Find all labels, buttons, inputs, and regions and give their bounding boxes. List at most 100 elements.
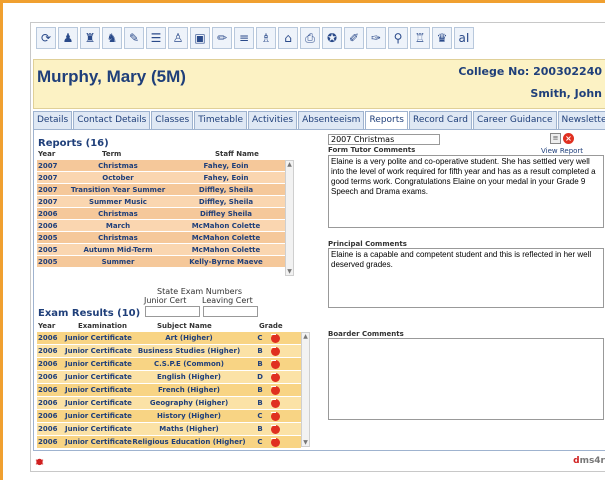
table-row[interactable]: 2006 Junior Certificate History (Higher) C — [37, 410, 301, 423]
list-icon[interactable]: ≡ — [234, 27, 254, 49]
search-icon[interactable]: ⚲ — [388, 27, 408, 49]
state-exam-title: State Exam Numbers — [157, 287, 243, 296]
bug-icon[interactable] — [35, 457, 44, 466]
scroll-up-icon[interactable]: ▲ — [302, 333, 309, 340]
delete-result-button[interactable] — [271, 411, 285, 421]
table-row[interactable]: 2006 Junior Certificate Business Studies (… — [37, 345, 301, 358]
scroll-down-icon[interactable]: ▼ — [302, 439, 309, 446]
delete-result-button[interactable] — [271, 424, 285, 434]
table-row[interactable]: 2007 October Fahey, Eoin — [37, 172, 285, 184]
people-icon[interactable]: ♜ — [80, 27, 100, 49]
document-icon[interactable]: ≡ — [550, 133, 561, 144]
delete-result-button[interactable] — [271, 346, 285, 356]
tab-contact-details[interactable]: Contact Details — [73, 111, 151, 129]
exam-subject: French (Higher) — [158, 386, 220, 394]
boarder-comments[interactable] — [328, 338, 604, 420]
alphabet-icon[interactable]: aI — [454, 27, 474, 49]
award-icon[interactable]: ✪ — [322, 27, 342, 49]
form-tutor-comments[interactable]: Elaine is a very polite and co-operative… — [328, 155, 604, 228]
student-record-window: ⟳ ♟ ♜ ♞ ✎ ☰ ♙ ▣ ✏ ≡ ♗ ⌂ ⎙ ✪ ✐ ✑ ⚲ ♖ ♛ aI Murphy, Mary (5M) … — [30, 22, 605, 472]
tab-career-guidance[interactable]: Career Guidance — [472, 111, 557, 129]
timetable-icon[interactable]: ☰ — [146, 27, 166, 49]
exam-name: Junior Certificate — [65, 360, 132, 368]
pin-icon[interactable]: ✑ — [366, 27, 386, 49]
delete-result-button[interactable] — [271, 437, 285, 447]
tab-record-card[interactable]: Record Card — [408, 111, 472, 129]
delete-result-button[interactable] — [271, 372, 285, 382]
report-year: 2006 — [38, 210, 58, 218]
tab-classes[interactable]: Classes — [151, 111, 194, 129]
report-staff: Fahey, Eoin — [203, 174, 249, 182]
exam-name: Junior Certificate — [65, 386, 132, 394]
table-row[interactable]: 2006 Junior Certificate Geography (Higher)… — [37, 397, 301, 410]
bus-icon[interactable]: ▣ — [190, 27, 210, 49]
exam-grade: C — [257, 438, 263, 446]
table-row[interactable]: 2006 Junior Certificate Art (Higher) C — [37, 332, 301, 345]
exam-subject: Religious Education (Higher) — [132, 438, 246, 446]
tab-newsletter[interactable]: Newsletter — [557, 111, 605, 129]
reports-table: 2007 Christmas Fahey, Eoin 2007 October Fahey… — [37, 160, 285, 268]
tab-reports[interactable]: Reports — [365, 111, 408, 129]
delete-result-button[interactable] — [271, 333, 285, 343]
delete-result-button[interactable] — [271, 359, 285, 369]
user-group-icon[interactable]: ♛ — [432, 27, 452, 49]
refresh-icon[interactable]: ⟳ — [36, 27, 56, 49]
view-report-link[interactable]: View Report — [541, 147, 583, 155]
principal-comments[interactable]: Elaine is a capable and competent studen… — [328, 248, 604, 308]
users-group-icon[interactable]: ♞ — [102, 27, 122, 49]
user-search-icon[interactable]: ♖ — [410, 27, 430, 49]
delete-result-button[interactable] — [271, 398, 285, 408]
report-year: 2007 — [38, 162, 58, 170]
person-icon[interactable]: ♟ — [58, 27, 78, 49]
toolbar: ⟳ ♟ ♜ ♞ ✎ ☰ ♙ ▣ ✏ ≡ ♗ ⌂ ⎙ ✪ ✐ ✑ ⚲ ♖ ♛ aI — [36, 27, 474, 55]
class-icon[interactable]: ✎ — [124, 27, 144, 49]
report-staff: McMahon Colette — [191, 222, 261, 230]
leaving-cert-input[interactable] — [203, 306, 258, 317]
table-row[interactable]: 2007 Summer Music Diffley, Sheila — [37, 196, 285, 208]
report-staff: Kelly-Byrne Maeve — [189, 258, 263, 266]
junior-cert-input[interactable] — [145, 306, 200, 317]
delete-report-icon[interactable]: × — [563, 133, 574, 144]
delete-result-button[interactable] — [271, 385, 285, 395]
exam-grade: B — [257, 347, 263, 355]
report-term: Summer Music — [89, 198, 147, 206]
exam-subject: Geography (Higher) — [149, 399, 229, 407]
exam-results-title: Exam Results (10) — [38, 308, 141, 319]
exam-year: 2006 — [38, 412, 58, 420]
table-row[interactable]: 2007 Christmas Fahey, Eoin — [37, 160, 285, 172]
report-select[interactable]: 2007 Christmas — [328, 134, 440, 145]
table-row[interactable]: 2006 Junior Certificate Religious Educatio… — [37, 436, 301, 449]
table-row[interactable]: 2006 Junior Certificate English (Higher) D — [37, 371, 301, 384]
table-row[interactable]: 2006 Christmas Diffley Sheila — [37, 208, 285, 220]
exam-grade: D — [257, 373, 263, 381]
tab-timetable[interactable]: Timetable — [194, 111, 248, 129]
print-icon[interactable]: ⎙ — [300, 27, 320, 49]
table-row[interactable]: 2005 Autumn Mid-Term McMahon Colette — [37, 244, 285, 256]
table-row[interactable]: 2006 March McMahon Colette — [37, 220, 285, 232]
table-row[interactable]: 2005 Summer Kelly-Byrne Maeve — [37, 256, 285, 268]
edit-icon[interactable]: ✐ — [344, 27, 364, 49]
teacher-icon[interactable]: ♙ — [168, 27, 188, 49]
exam-subject: C.S.P.E (Common) — [154, 360, 224, 368]
exam-name: Junior Certificate — [65, 399, 132, 407]
table-row[interactable]: 2005 Christmas McMahon Colette — [37, 232, 285, 244]
scroll-up-icon[interactable]: ▲ — [286, 161, 293, 168]
tab-absenteeism[interactable]: Absenteeism — [298, 111, 365, 129]
exam-year: 2006 — [38, 360, 58, 368]
tab-details[interactable]: Details — [33, 111, 73, 129]
students-icon[interactable]: ♗ — [256, 27, 276, 49]
tab-activities[interactable]: Activities — [248, 111, 298, 129]
footer-logo: dms4r — [573, 456, 605, 466]
reports-scrollbar[interactable]: ▲ ▼ — [285, 160, 294, 276]
home-icon[interactable]: ⌂ — [278, 27, 298, 49]
report-staff: Fahey, Eoin — [203, 162, 249, 170]
reports-panel: Reports (16) Year Term Staff Name 2007 Ch… — [33, 129, 605, 451]
exam-scrollbar[interactable]: ▲ ▼ — [301, 332, 310, 447]
scroll-down-icon[interactable]: ▼ — [286, 268, 293, 275]
table-row[interactable]: 2006 Junior Certificate Maths (Higher) B — [37, 423, 301, 436]
table-row[interactable]: 2007 Transition Year Summer Diffley, Sheil… — [37, 184, 285, 196]
pen-icon[interactable]: ✏ — [212, 27, 232, 49]
table-row[interactable]: 2006 Junior Certificate C.S.P.E (Common) B — [37, 358, 301, 371]
table-row[interactable]: 2006 Junior Certificate French (Higher) B — [37, 384, 301, 397]
exam-year: 2006 — [38, 373, 58, 381]
